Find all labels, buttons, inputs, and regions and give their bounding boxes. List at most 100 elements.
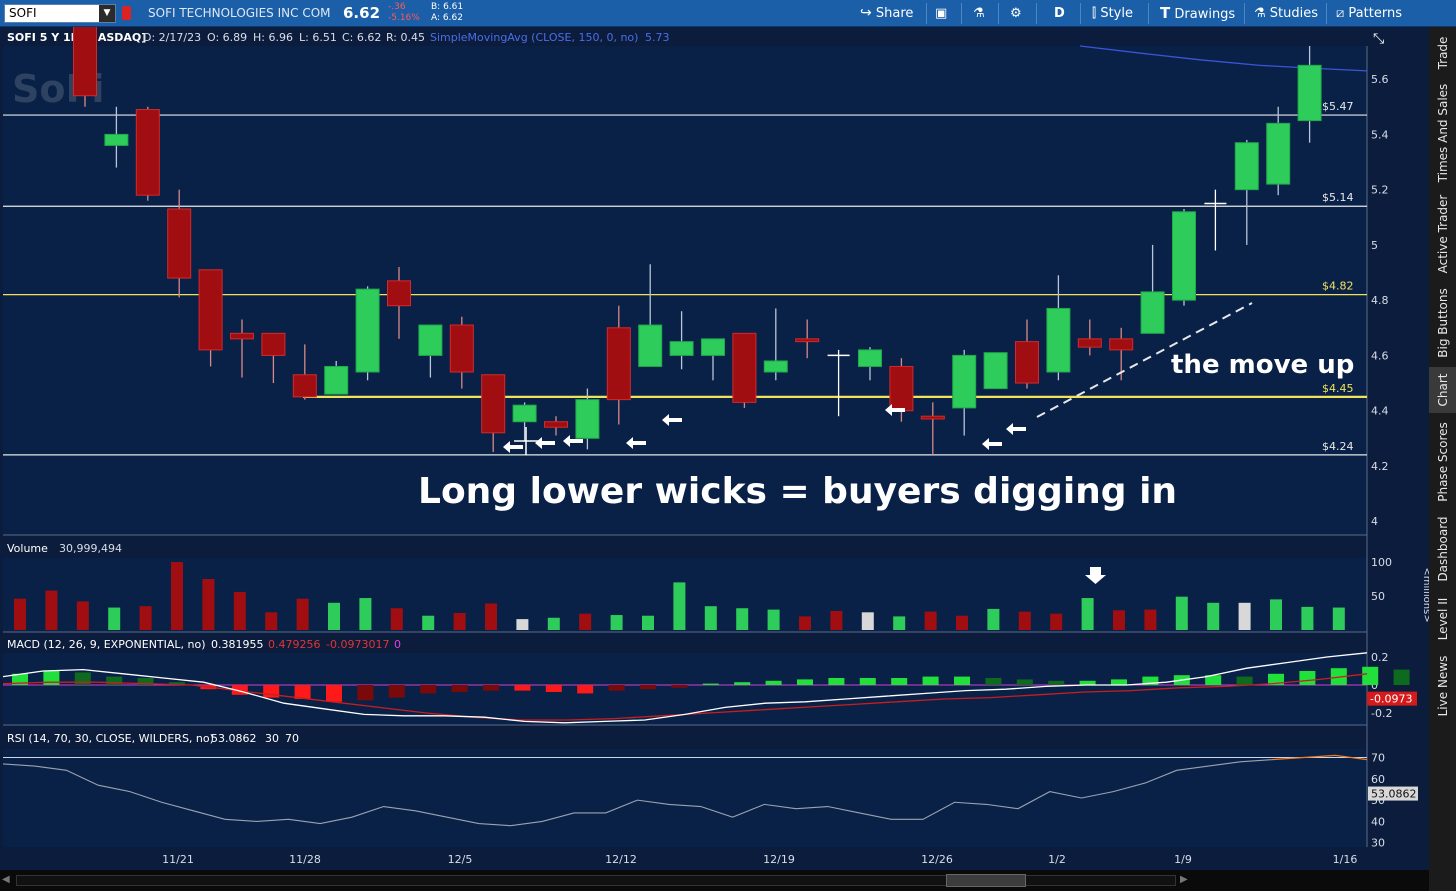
volume-bar	[610, 615, 623, 630]
volume-bar	[14, 598, 26, 630]
settings-button[interactable]: ⚙	[1010, 0, 1022, 27]
volume-tick-label: 50	[1371, 590, 1385, 603]
scroll-right-arrow[interactable]: ▶	[1180, 874, 1188, 885]
candle-body	[230, 332, 254, 340]
bar-open: O: 6.89	[207, 31, 247, 44]
volume-bar	[139, 606, 152, 630]
x-tick-label: 12/19	[763, 853, 795, 866]
price-tick-label: 4.2	[1371, 460, 1389, 473]
sidebar-tab-phase-scores[interactable]: Phase Scores	[1429, 417, 1456, 507]
volume-bar	[736, 608, 749, 630]
candle-body	[1046, 307, 1071, 373]
style-button[interactable]: ⫿ Style	[1092, 0, 1133, 27]
horizontal-scrollbar[interactable]: ◀ ▶	[0, 870, 1429, 891]
volume-bar	[642, 615, 654, 630]
bid-price: B: 6.61	[431, 2, 464, 12]
candle-body	[1015, 341, 1039, 384]
volume-bar	[485, 603, 497, 630]
macd-hist-bar	[859, 678, 876, 685]
volume-bar	[579, 613, 592, 630]
macd-hist-bar	[797, 679, 813, 685]
price-tick-label: 5.2	[1371, 184, 1389, 197]
aggregation-button[interactable]: D	[1054, 0, 1065, 27]
ask-price: A: 6.62	[431, 13, 463, 23]
macd-hist-bar	[514, 685, 531, 691]
volume-bar	[1113, 610, 1125, 630]
volume-bar	[1238, 602, 1251, 630]
level-label: $4.24	[1322, 440, 1354, 453]
candle-body	[1297, 64, 1322, 122]
volume-bar	[830, 610, 843, 630]
rsi-panel	[3, 749, 1367, 847]
volume-bar	[453, 613, 466, 630]
sidebar-tab-dashboard[interactable]: Dashboard	[1429, 511, 1456, 587]
volume-bar	[893, 616, 906, 630]
candle-body	[512, 404, 537, 423]
macd-hist-bar	[702, 683, 719, 685]
lab-button[interactable]: ⚗	[973, 0, 985, 27]
x-tick-label: 1/16	[1333, 853, 1358, 866]
rsi-tick-label: 60	[1371, 773, 1385, 786]
candle-body	[1140, 291, 1165, 334]
price-tick-label: 5	[1371, 239, 1378, 252]
bar-low: L: 6.51	[299, 31, 337, 44]
macd-hist-bar	[1111, 679, 1127, 685]
sidebar-tab-level-ii[interactable]: Level II	[1429, 591, 1456, 647]
candle-body	[795, 338, 820, 343]
x-tick-label: 1/9	[1174, 853, 1192, 866]
scroll-thumb[interactable]	[946, 874, 1026, 887]
volume-bar	[516, 619, 529, 630]
candle-body	[638, 324, 663, 367]
top-toolbar: SOFI ▼ SOFI TECHNOLOGIES INC COM 6.62 -.…	[0, 0, 1456, 27]
flask-icon: ⚗	[1254, 6, 1266, 21]
candle-body	[889, 365, 914, 412]
sidebar-tab-live-news[interactable]: Live News	[1429, 651, 1456, 721]
volume-bar	[673, 582, 686, 630]
macd-hist-bar	[1299, 671, 1316, 685]
rsi-lo: 30	[265, 732, 279, 745]
candle-body	[544, 421, 568, 428]
candle-body	[575, 399, 600, 439]
studies-button[interactable]: ⚗ Studies	[1254, 0, 1318, 27]
drawings-button[interactable]: T Drawings	[1160, 0, 1235, 27]
link-icon[interactable]	[122, 6, 131, 20]
price-tick-label: 4.6	[1371, 349, 1389, 362]
bar-close: C: 6.62	[342, 31, 381, 44]
level-label: $4.45	[1322, 382, 1354, 395]
macd-hist-bar	[954, 676, 970, 685]
volume-bar	[861, 612, 874, 630]
chart-area[interactable]: SOFI 5 Y 1D [NASDAQ] D: 2/17/23 O: 6.89 …	[0, 27, 1429, 870]
macd-label: MACD (12, 26, 9, EXPONENTIAL, no)	[7, 638, 206, 651]
top-right-tool-icon[interactable]: ⤡	[1373, 31, 1384, 47]
sidebar-tab-trade[interactable]: Trade	[1429, 29, 1456, 77]
patterns-button[interactable]: ⧄ Patterns	[1336, 0, 1402, 27]
macd-hist-bar	[388, 685, 405, 698]
svg-text:⤡: ⤡	[1373, 31, 1384, 47]
macd-value: 0.381955	[211, 638, 264, 651]
sma-value: 5.73	[645, 31, 670, 44]
price-change: -.36	[388, 2, 406, 12]
scroll-left-arrow[interactable]: ◀	[2, 874, 10, 885]
sidebar-tab-active-trader[interactable]: Active Trader	[1429, 189, 1456, 279]
macd-hist-bar	[608, 685, 625, 691]
macd-hist-bar	[671, 685, 688, 688]
price-tick-label: 5.6	[1371, 73, 1389, 86]
bar-range: R: 0.45	[386, 31, 425, 44]
share-button[interactable]: ↪ Share	[860, 0, 913, 27]
layout-button[interactable]: ▣	[935, 0, 947, 27]
sidebar-tab-times-and-sales[interactable]: Times And Sales	[1429, 81, 1456, 185]
symbol-input[interactable]: SOFI ▼	[4, 4, 116, 23]
macd-hist-bar	[828, 678, 845, 685]
sidebar-tab-chart[interactable]: Chart	[1429, 367, 1456, 413]
sidebar-tab-big-buttons[interactable]: Big Buttons	[1429, 283, 1456, 363]
volume-bar	[547, 617, 560, 630]
volume-bar	[359, 598, 372, 630]
x-tick-label: 11/28	[289, 853, 321, 866]
volume-bar	[1270, 599, 1282, 630]
volume-bar	[987, 608, 1000, 630]
volume-bar	[76, 601, 89, 630]
volume-bar	[422, 615, 435, 630]
macd-hist-bar	[1016, 679, 1033, 685]
chevron-down-icon[interactable]: ▼	[99, 5, 115, 22]
candle-body	[952, 354, 977, 409]
